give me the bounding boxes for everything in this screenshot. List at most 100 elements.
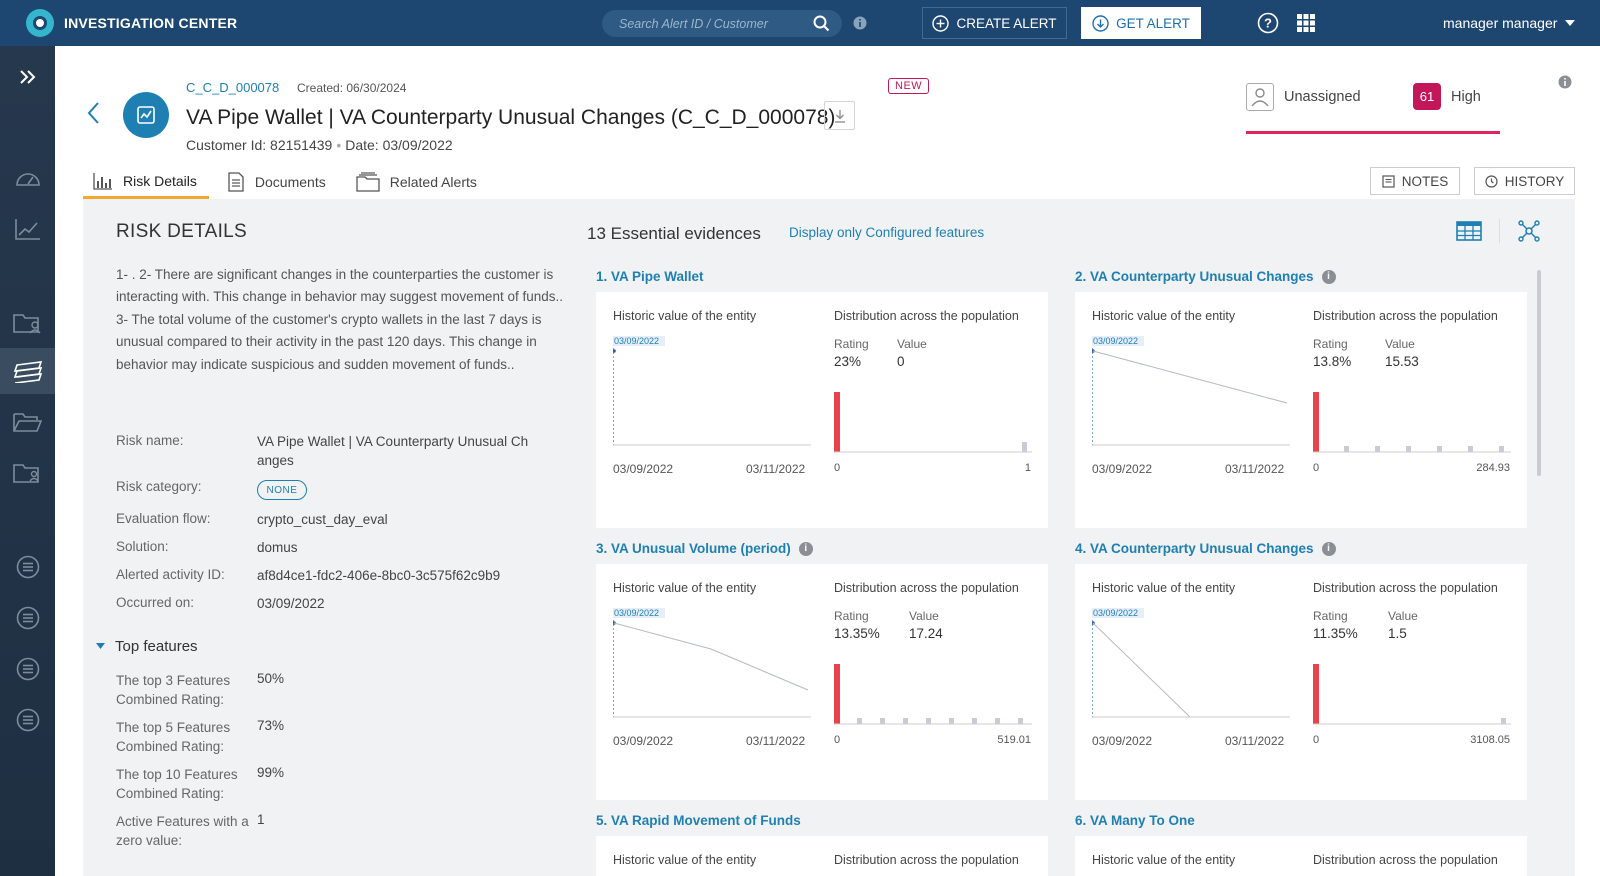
- sidebar-item-list-1[interactable]: [0, 544, 55, 590]
- list-circle-icon: [16, 555, 39, 579]
- back-arrow-icon[interactable]: [86, 100, 100, 126]
- info-icon[interactable]: i: [798, 541, 813, 556]
- info-icon[interactable]: i: [1321, 541, 1336, 556]
- top-bar: INVESTIGATION CENTER CREATE ALERT GET AL…: [0, 0, 1600, 46]
- rating-label: Rating: [834, 337, 869, 351]
- caret-down-icon: [1565, 19, 1576, 26]
- value-value: 0: [897, 354, 905, 369]
- point-date-label: 03/09/2022: [614, 336, 659, 346]
- download-icon: [834, 109, 845, 123]
- top-feature-label: Active Features with a zero value:: [116, 814, 249, 848]
- create-alert-button[interactable]: CREATE ALERT: [922, 7, 1067, 39]
- dist-max: 1: [1024, 462, 1031, 474]
- stacked-layers-icon: [13, 361, 42, 383]
- dist-max: 3108.05: [1470, 734, 1510, 746]
- x-end-date: 03/11/2022: [1225, 734, 1285, 748]
- value-label: Value: [897, 337, 927, 351]
- historic-chart: 03/09/2022: [613, 336, 811, 446]
- customer-id: Customer Id: 82151439: [186, 137, 333, 153]
- configured-features-link[interactable]: Display only Configured features: [789, 225, 984, 240]
- table-view-icon[interactable]: [1456, 221, 1482, 241]
- feature-card-3: Historic value of the entity Distributio…: [596, 564, 1048, 800]
- evidences-heading: 13 Essential evidences: [587, 224, 761, 243]
- risk-details-heading: RISK DETAILS: [116, 221, 248, 242]
- severity-bar: [1246, 131, 1500, 134]
- value-value: 17.24: [909, 626, 943, 641]
- sidebar-item-list-4[interactable]: [0, 697, 55, 743]
- historic-chart: 03/09/2022: [1092, 608, 1290, 718]
- dist-min: 0: [1313, 734, 1320, 746]
- top-feature-label: The top 3 Features Combined Rating:: [116, 673, 231, 707]
- distribution-chart: [1313, 392, 1511, 453]
- double-chevron-right-icon: [19, 70, 35, 84]
- tab-related-alerts[interactable]: Related Alerts: [346, 165, 489, 199]
- sidebar-item-investigations[interactable]: [0, 450, 55, 496]
- user-menu[interactable]: manager manager: [1443, 15, 1576, 31]
- download-button[interactable]: [824, 101, 855, 130]
- feature-title-5[interactable]: 5. VA Rapid Movement of Funds: [596, 813, 801, 828]
- point-date-label: 03/09/2022: [1093, 336, 1138, 346]
- get-alert-button[interactable]: GET ALERT: [1081, 7, 1201, 39]
- severity-label: High: [1451, 88, 1481, 105]
- risk-category-badge: NONE: [257, 480, 307, 500]
- svg-text:?: ?: [1264, 16, 1272, 31]
- distribution-heading: Distribution across the population: [1313, 581, 1498, 595]
- search-box[interactable]: [602, 10, 842, 37]
- list-circle-icon: [16, 708, 39, 732]
- feature-title-1[interactable]: 1. VA Pipe Wallet: [596, 269, 704, 284]
- network-graph-icon[interactable]: [1518, 220, 1540, 242]
- rating-value: 13.8%: [1313, 354, 1352, 369]
- point-date-label: 03/09/2022: [1093, 608, 1138, 618]
- distribution-heading: Distribution across the population: [1313, 853, 1498, 867]
- apps-grid-icon[interactable]: [1297, 14, 1315, 32]
- tab-documents[interactable]: Documents: [217, 165, 338, 199]
- history-button[interactable]: HISTORY: [1474, 167, 1575, 195]
- feature-title-3[interactable]: 3. VA Unusual Volume (period) i: [596, 541, 813, 556]
- x-end-date: 03/11/2022: [746, 734, 806, 748]
- assignee-selector[interactable]: Unassigned: [1246, 83, 1361, 111]
- feature-name: 5. VA Rapid Movement of Funds: [596, 813, 801, 828]
- sidebar-item-dashboard[interactable]: [0, 155, 55, 201]
- sidebar-item-folders[interactable]: [0, 399, 55, 445]
- sidebar-item-alerts[interactable]: [0, 348, 55, 394]
- info-icon[interactable]: i: [1321, 269, 1336, 284]
- document-icon: [228, 172, 244, 192]
- feature-title-4[interactable]: 4. VA Counterparty Unusual Changes i: [1075, 541, 1336, 556]
- sidebar-item-analytics[interactable]: [0, 206, 55, 252]
- help-icon[interactable]: ?: [1257, 12, 1279, 34]
- top-feature-label: The top 10 Features Combined Rating:: [116, 767, 238, 801]
- feature-card-6: Historic value of the entity Distributio…: [1075, 836, 1527, 876]
- feature-title-6[interactable]: 6. VA Many To One: [1075, 813, 1195, 828]
- distribution-heading: Distribution across the population: [834, 581, 1019, 595]
- status-badge: NEW: [888, 78, 930, 94]
- x-end-date: 03/11/2022: [1225, 462, 1285, 476]
- x-start-date: 03/09/2022: [613, 734, 674, 748]
- app-logo[interactable]: [26, 9, 54, 37]
- field-label-solution: Solution:: [116, 539, 169, 554]
- tab-risk-details[interactable]: Risk Details: [83, 165, 209, 199]
- app-title: INVESTIGATION CENTER: [64, 15, 238, 31]
- search-icon[interactable]: [813, 15, 830, 32]
- info-icon[interactable]: [1558, 75, 1572, 89]
- search-input[interactable]: [602, 16, 802, 31]
- notes-button[interactable]: NOTES: [1370, 167, 1460, 195]
- evidence-scrollbar[interactable]: [1537, 270, 1541, 476]
- historic-heading: Historic value of the entity: [613, 581, 757, 595]
- distribution-chart: [834, 664, 1032, 725]
- chart-frame-icon: [137, 106, 155, 124]
- top-features-toggle[interactable]: Top features: [96, 638, 198, 655]
- alert-id-link[interactable]: C_C_D_000078: [186, 80, 279, 95]
- feature-card-2: Historic value of the entity Distributio…: [1075, 292, 1527, 528]
- expand-sidebar-button[interactable]: [0, 54, 55, 100]
- folder-user-icon: [12, 314, 41, 334]
- feature-title-2[interactable]: 2. VA Counterparty Unusual Changes i: [1075, 269, 1336, 284]
- sidebar-item-list-2[interactable]: [0, 595, 55, 641]
- top-feature-value: 50%: [257, 671, 285, 686]
- top-feature-value: 1: [257, 812, 265, 827]
- search-info-icon[interactable]: [853, 16, 867, 30]
- field-value-solution: domus: [257, 540, 298, 555]
- caret-down-icon: [96, 643, 105, 649]
- open-folder-icon: [12, 413, 42, 432]
- sidebar-item-list-3[interactable]: [0, 646, 55, 692]
- sidebar-item-cases[interactable]: [0, 300, 55, 346]
